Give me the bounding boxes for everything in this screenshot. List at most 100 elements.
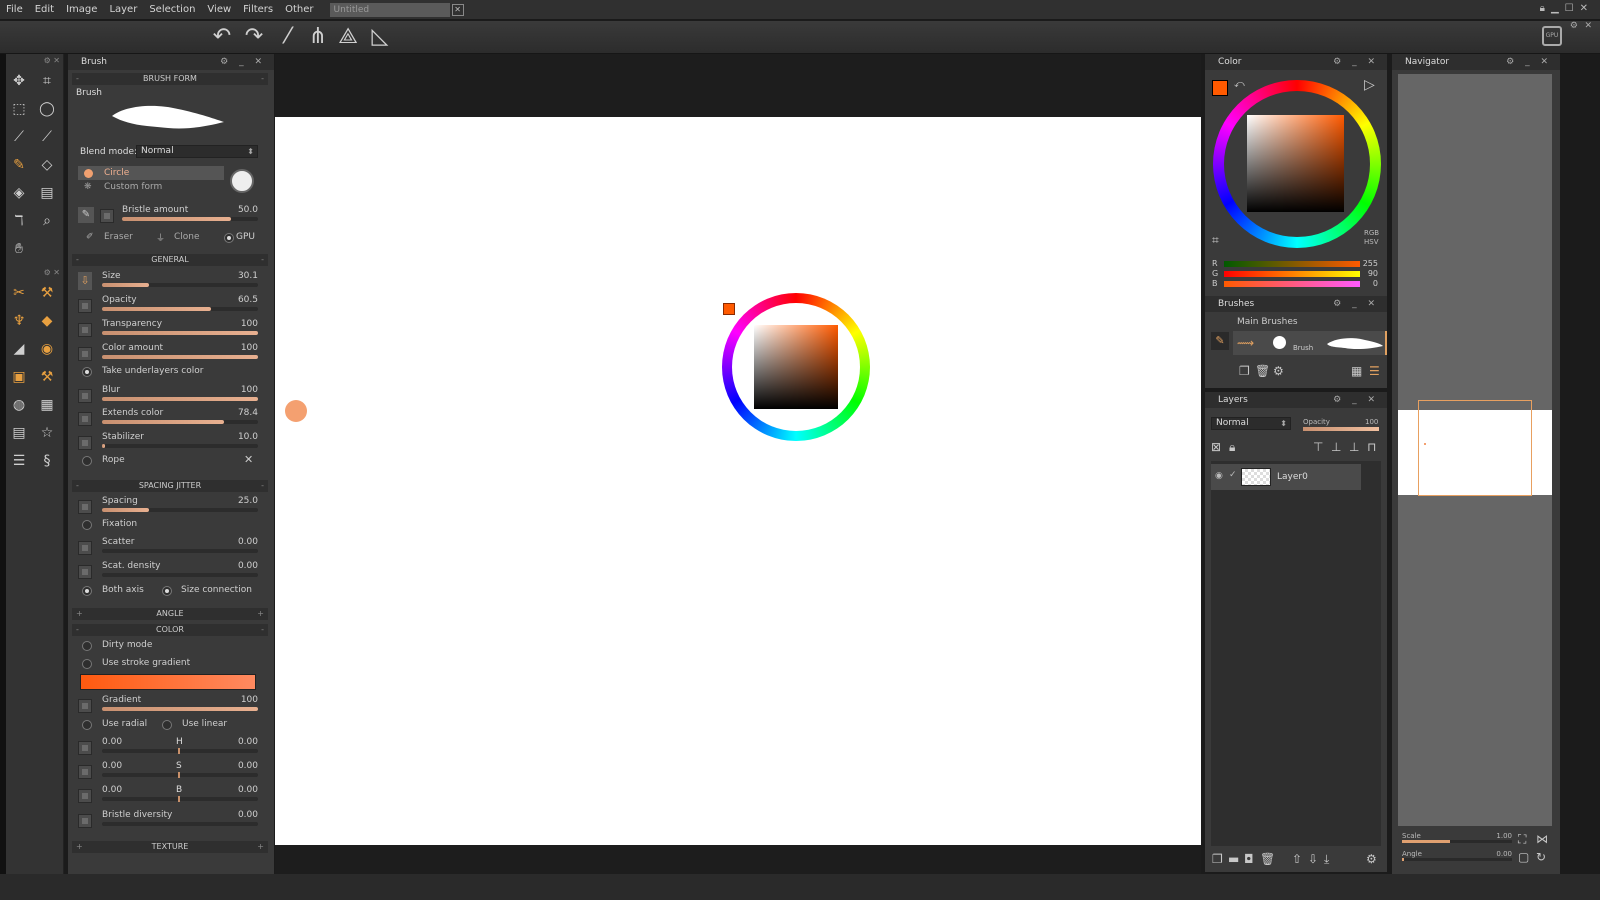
clone-option[interactable]: Clone (174, 232, 200, 242)
brushes-icon[interactable]: ♆ (8, 310, 30, 332)
size-row[interactable]: ⇩ Size 30.1 (74, 270, 264, 292)
filters-icon[interactable]: ⚒ (36, 282, 58, 304)
gradient-checkbox[interactable] (78, 699, 92, 713)
bristle-slider[interactable] (122, 217, 258, 221)
smudge-icon[interactable]: ℸ (8, 210, 30, 232)
minimize-icon[interactable]: ▁ (1551, 3, 1559, 14)
brushes-panel-controls[interactable]: ⚙ _ ✕ (1333, 296, 1379, 312)
menu-filters[interactable]: Filters (237, 0, 279, 20)
list-icon[interactable]: ☰ (8, 450, 30, 472)
undo-icon[interactable]: ↶ (208, 23, 236, 51)
brush-grid-view-icon[interactable]: ▦ (1351, 364, 1362, 378)
menu-edit[interactable]: Edit (29, 0, 60, 20)
tools-icon[interactable]: ✂ (8, 282, 30, 304)
redo-icon[interactable]: ↷ (240, 23, 268, 51)
menu-selection[interactable]: Selection (143, 0, 201, 20)
scale-slider-row[interactable]: Scale 1.00 (1402, 832, 1512, 844)
saturation-row[interactable]: 0.00 S 0.00 (74, 760, 264, 782)
use-radial-radio[interactable] (82, 720, 92, 730)
size-connection-radio[interactable] (162, 586, 172, 596)
scale-slider[interactable] (1402, 840, 1512, 843)
layer-thumbnail[interactable] (1241, 468, 1271, 486)
current-color-swatch[interactable] (1212, 80, 1228, 96)
hue-slider-thumb[interactable] (178, 748, 180, 754)
scatter-checkbox[interactable] (78, 541, 92, 555)
move-layer-down-icon[interactable]: ⇩ (1308, 852, 1318, 866)
color-header[interactable]: - COLOR - (72, 624, 268, 636)
drawing-canvas[interactable] (275, 117, 1201, 845)
merge-layer-icon[interactable]: ⤓ (1324, 852, 1329, 866)
swap-colors-icon[interactable]: ⤺ (1234, 78, 1245, 92)
gpu-chip-icon[interactable]: GPU (1542, 26, 1562, 46)
navigator-viewport-frame[interactable] (1418, 400, 1532, 496)
brightness-row[interactable]: 0.00 B 0.00 (74, 784, 264, 806)
saturation-value-square[interactable] (1247, 115, 1344, 212)
take-underlayers-radio[interactable] (82, 367, 92, 377)
bristle-brush-icon[interactable]: ✎ (78, 207, 94, 223)
stabilizer-checkbox[interactable] (78, 436, 92, 450)
spacing-jitter-header[interactable]: - SPACING JITTER - (72, 480, 268, 492)
bristle-diversity-checkbox[interactable] (78, 814, 92, 828)
gradient-row[interactable]: Gradient 100 (74, 694, 264, 716)
extends-color-slider[interactable] (102, 420, 258, 424)
both-axis-radio[interactable] (82, 586, 92, 596)
flip-view-icon[interactable]: ⋈ (1536, 832, 1548, 846)
rope-radio[interactable] (82, 456, 92, 466)
close-toolbar-icon[interactable]: ✕ (1584, 21, 1592, 31)
extends-color-row[interactable]: Extends color 78.4 (74, 407, 264, 429)
bristle-diversity-row[interactable]: Bristle diversity 0.00 (74, 809, 264, 831)
brush-group-label[interactable]: Main Brushes (1237, 317, 1298, 327)
stabilizer-slider[interactable] (102, 444, 258, 448)
gpu-radio[interactable] (224, 233, 234, 243)
delete-brush-icon[interactable]: 🗑︎ (1255, 364, 1270, 378)
close-window-icon[interactable]: ✕ (1580, 3, 1588, 14)
angle-slider-row[interactable]: Angle 0.00 (1402, 850, 1512, 862)
brightness-checkbox[interactable] (78, 789, 92, 803)
lock-icon[interactable]: 🔒︎ (1540, 3, 1545, 14)
new-folder-icon[interactable]: ▬ (1228, 852, 1239, 866)
script-icon[interactable]: § (36, 450, 58, 472)
brush-group-icon[interactable]: ✎ (1211, 332, 1229, 350)
transparency-checkbox[interactable] (78, 323, 92, 337)
align-bottom-icon[interactable]: ⊥ (1349, 440, 1359, 454)
stabilizer-row[interactable]: Stabilizer 10.0 (74, 431, 264, 453)
menu-view[interactable]: View (201, 0, 237, 20)
brush-preset-item[interactable]: ⟿ Brush (1233, 331, 1387, 355)
saturation-slider-thumb[interactable] (178, 772, 180, 778)
transparency-row[interactable]: Transparency 100 (74, 318, 264, 340)
blur-checkbox[interactable] (78, 389, 92, 403)
brush-stroke-preview[interactable] (108, 100, 228, 132)
brush-form-header[interactable]: - BRUSH FORM - (72, 73, 268, 85)
crop-tool-icon[interactable]: ⌗ (36, 70, 58, 92)
menu-image[interactable]: Image (60, 0, 103, 20)
new-brush-icon[interactable]: ❐ (1239, 364, 1250, 378)
green-slider[interactable] (1224, 271, 1360, 277)
maximize-icon[interactable]: ☐ (1565, 3, 1574, 14)
color-panel-controls[interactable]: ⚙ _ ✕ (1333, 54, 1379, 70)
fit-view-icon[interactable]: ⛶ (1518, 832, 1526, 846)
color-amount-checkbox[interactable] (78, 347, 92, 361)
perspective-icon[interactable]: ⟁ (334, 23, 362, 51)
size-pressure-icon[interactable]: ⇩ (78, 272, 92, 290)
bristle-checkbox[interactable] (100, 209, 114, 223)
texture-header[interactable]: + TEXTURE + (72, 841, 268, 853)
settings-icon[interactable]: ⚙ (1570, 21, 1578, 31)
hue-slider[interactable] (102, 748, 258, 754)
symmetry-icon[interactable]: ⋔ (304, 23, 332, 51)
hue-row[interactable]: 0.00 H 0.00 (74, 736, 264, 758)
red-channel-row[interactable]: R 255 (1212, 259, 1382, 269)
layer-settings-icon[interactable]: ⚙ (1366, 852, 1377, 866)
hand-icon[interactable]: ✋︎ (8, 238, 30, 260)
brush-tool-icon[interactable]: ⁄ (274, 23, 302, 51)
ruler-icon[interactable]: ◺ (366, 23, 394, 51)
opacity-row[interactable]: Opacity 60.5 (74, 294, 264, 316)
popup-color-square[interactable] (754, 325, 838, 409)
layer-more-icon[interactable]: ⊓ (1367, 440, 1376, 454)
layer-name[interactable]: Layer0 (1277, 472, 1308, 482)
lasso-icon[interactable]: ◯ (36, 98, 58, 120)
navigator-panel-controls[interactable]: ⚙ _ ✕ (1506, 54, 1552, 70)
saturation-slider[interactable] (102, 772, 258, 778)
eraser-option[interactable]: Eraser (104, 232, 133, 242)
adjust-icon[interactable]: ◢ (8, 338, 30, 360)
fixation-radio[interactable] (82, 520, 92, 530)
